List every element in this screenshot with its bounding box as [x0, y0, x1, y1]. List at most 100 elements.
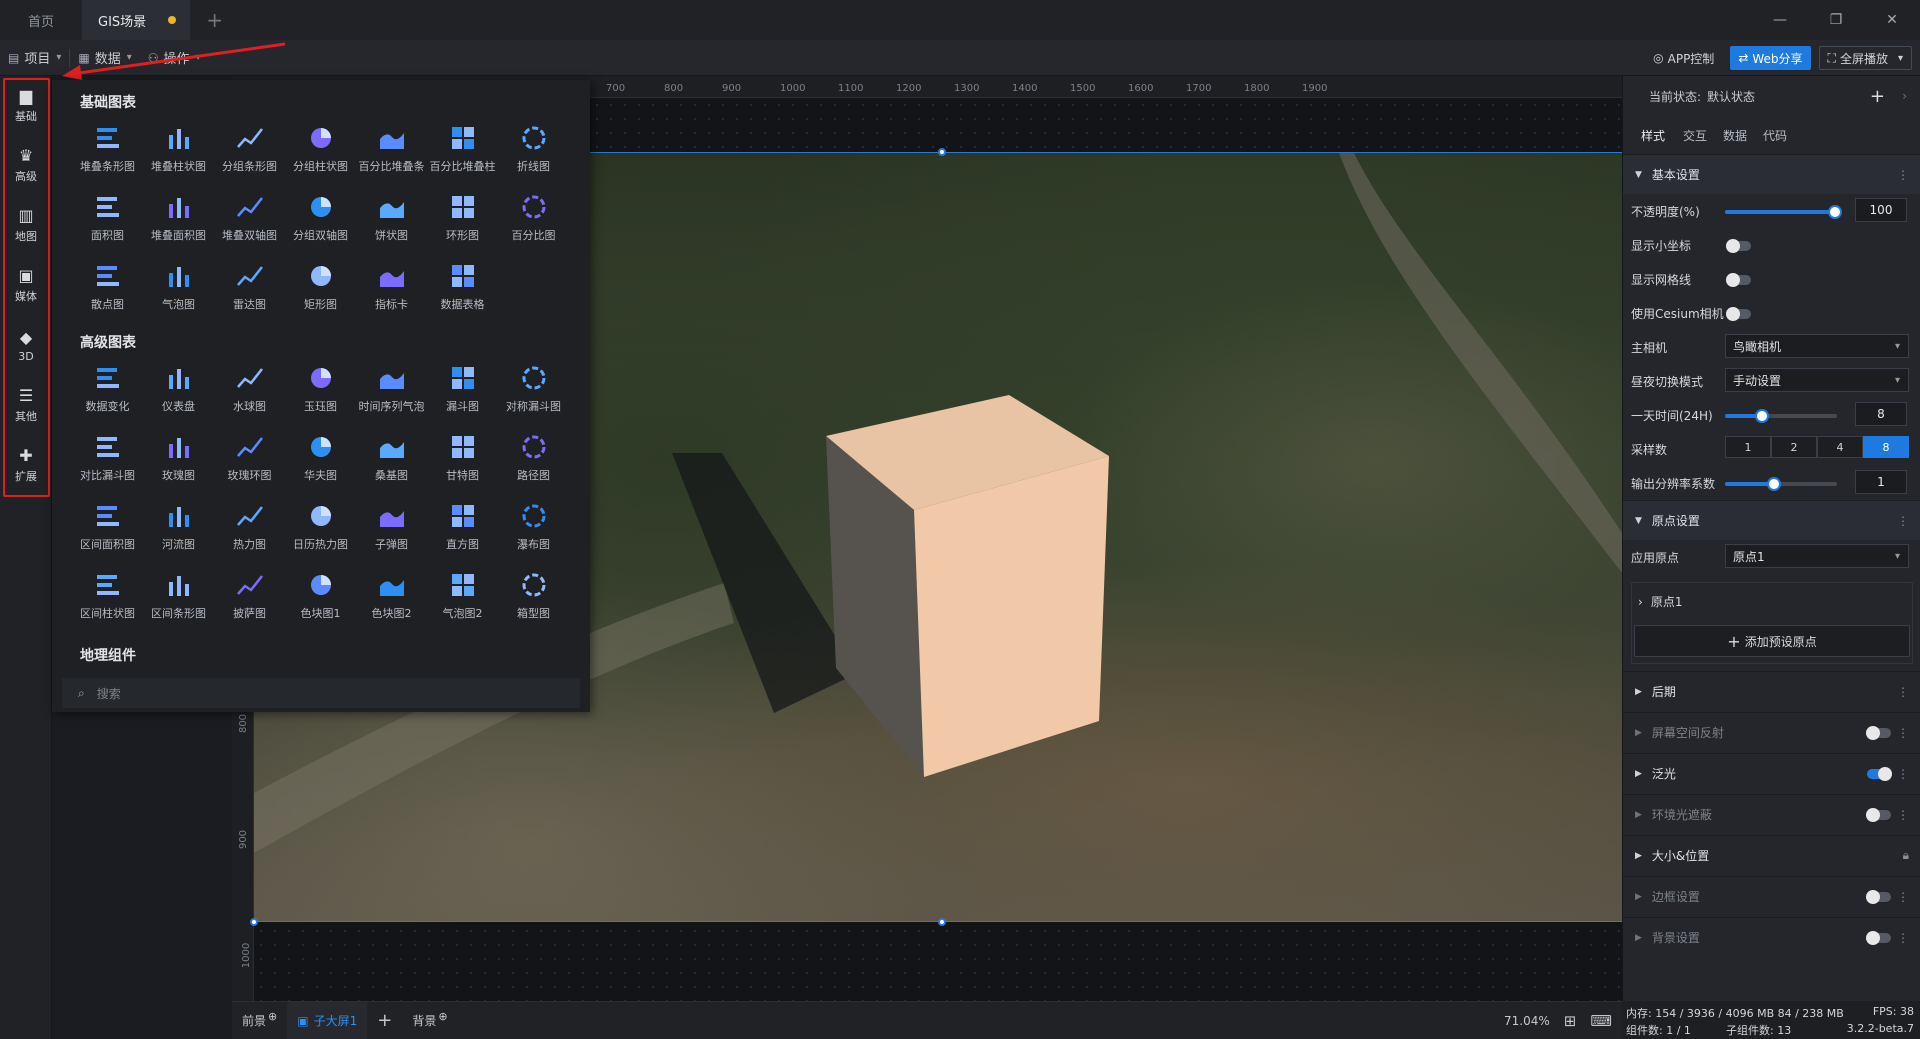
chart-type-basic-5[interactable]: 百分比堆叠柱	[427, 114, 498, 183]
chart-type-basic-12[interactable]: 环形图	[427, 183, 498, 252]
chart-type-basic-3[interactable]: 分组柱状图	[285, 114, 356, 183]
chart-type-basic-9[interactable]: 堆叠双轴图	[214, 183, 285, 252]
group-header-1[interactable]: ▶ 屏幕空间反射 ⋮	[1623, 712, 1920, 752]
chart-type-advanced-13[interactable]: 路径图	[498, 423, 569, 492]
chart-type-advanced-1[interactable]: 仪表盘	[143, 354, 214, 423]
chart-type-advanced-4[interactable]: 时间序列气泡	[356, 354, 427, 423]
chart-type-basic-13[interactable]: 百分比图	[498, 183, 569, 252]
opacity-slider-knob[interactable]	[1827, 205, 1842, 219]
group-toggle[interactable]	[1866, 808, 1891, 822]
daynight-select[interactable]: 手动设置 ▾	[1725, 368, 1909, 392]
state-value[interactable]: 默认状态	[1707, 88, 1755, 105]
more-icon[interactable]: ⋮	[1897, 168, 1909, 182]
chart-type-advanced-23[interactable]: 披萨图	[214, 561, 285, 630]
chart-type-basic-6[interactable]: 折线图	[498, 114, 569, 183]
chart-type-basic-18[interactable]: 指标卡	[356, 252, 427, 321]
more-icon[interactable]: ⋮	[1897, 514, 1909, 528]
more-icon[interactable]: ⋮	[1897, 890, 1909, 904]
chart-type-basic-2[interactable]: 分组条形图	[214, 114, 285, 183]
group-header-3[interactable]: ▶ 环境光遮蔽 ⋮	[1623, 794, 1920, 834]
chart-type-basic-15[interactable]: 气泡图	[143, 252, 214, 321]
chart-type-advanced-9[interactable]: 玫瑰环图	[214, 423, 285, 492]
chart-type-advanced-16[interactable]: 热力图	[214, 492, 285, 561]
group-toggle[interactable]	[1866, 931, 1891, 945]
chart-type-basic-16[interactable]: 雷达图	[214, 252, 285, 321]
basic-settings-header[interactable]: ▼ 基本设置 ⋮	[1623, 154, 1920, 194]
rail-item-other[interactable]: ☰ 其他	[0, 380, 52, 430]
chart-type-advanced-22[interactable]: 区间条形图	[143, 561, 214, 630]
resolution-input[interactable]: 1	[1855, 470, 1907, 494]
opacity-slider[interactable]	[1725, 205, 1842, 219]
origin-settings-header[interactable]: ▼ 原点设置 ⋮	[1623, 500, 1920, 540]
rail-item-media[interactable]: ▣ 媒体	[0, 260, 52, 310]
resolution-slider-knob[interactable]	[1767, 477, 1782, 491]
group-header-0[interactable]: ▶ 后期 ⋮	[1623, 671, 1920, 711]
chart-type-advanced-11[interactable]: 桑基图	[356, 423, 427, 492]
chart-type-advanced-15[interactable]: 河流图	[143, 492, 214, 561]
samples-option-8[interactable]: 8	[1863, 436, 1909, 458]
group-header-2[interactable]: ▶ 泛光 ⋮	[1623, 753, 1920, 793]
chart-type-basic-4[interactable]: 百分比堆叠条	[356, 114, 427, 183]
chart-type-advanced-14[interactable]: 区间面积图	[72, 492, 143, 561]
fit-screen-icon[interactable]: ⊞	[1564, 1012, 1577, 1030]
samples-option-2[interactable]: 2	[1771, 436, 1817, 458]
chart-type-basic-11[interactable]: 饼状图	[356, 183, 427, 252]
resolution-slider[interactable]	[1725, 477, 1837, 491]
resize-handle-bottom[interactable]	[938, 918, 946, 926]
daytime-slider[interactable]	[1725, 409, 1837, 423]
chart-type-basic-17[interactable]: 矩形图	[285, 252, 356, 321]
foreground-layer-tab[interactable]: 前景 ⊕	[232, 1002, 287, 1039]
chart-type-advanced-18[interactable]: 子弹图	[356, 492, 427, 561]
chart-type-advanced-27[interactable]: 箱型图	[498, 561, 569, 630]
samples-option-1[interactable]: 1	[1725, 436, 1771, 458]
keyboard-icon[interactable]: ⌨	[1590, 1012, 1612, 1030]
chart-type-basic-1[interactable]: 堆叠柱状图	[143, 114, 214, 183]
more-icon[interactable]: ⋮	[1897, 808, 1909, 822]
chart-type-advanced-19[interactable]: 直方图	[427, 492, 498, 561]
chart-type-advanced-7[interactable]: 对比漏斗图	[72, 423, 143, 492]
chart-type-basic-14[interactable]: 散点图	[72, 252, 143, 321]
apply-origin-select[interactable]: 原点1 ▾	[1725, 544, 1909, 568]
use-cesium-toggle[interactable]	[1726, 307, 1751, 321]
chart-type-advanced-24[interactable]: 色块图1	[285, 561, 356, 630]
chart-type-basic-7[interactable]: 面积图	[72, 183, 143, 252]
lock-icon[interactable]: 🔒︎	[1903, 848, 1909, 863]
chart-type-advanced-25[interactable]: 色块图2	[356, 561, 427, 630]
rail-item-extend[interactable]: ✚ 扩展	[0, 440, 52, 490]
tab-data[interactable]: 数据	[1723, 127, 1747, 144]
tab-home[interactable]: 首页	[0, 0, 82, 40]
group-toggle[interactable]	[1866, 726, 1891, 740]
resize-handle-bottom-left[interactable]	[250, 918, 258, 926]
show-coord-toggle[interactable]	[1726, 239, 1751, 253]
group-toggle[interactable]	[1866, 890, 1891, 904]
tab-interaction[interactable]: 交互	[1683, 127, 1707, 144]
chart-type-advanced-26[interactable]: 气泡图2	[427, 561, 498, 630]
group-header-6[interactable]: ▶ 背景设置 ⋮	[1623, 917, 1920, 957]
chart-type-advanced-20[interactable]: 瀑布图	[498, 492, 569, 561]
plus-circle-icon[interactable]: ⊕	[438, 1010, 447, 1023]
more-icon[interactable]: ⋮	[1897, 685, 1909, 699]
chart-type-advanced-17[interactable]: 日历热力图	[285, 492, 356, 561]
add-screen-button[interactable]: +	[367, 1002, 402, 1039]
chevron-right-icon[interactable]: ›	[1902, 89, 1907, 103]
chart-type-advanced-0[interactable]: 数据变化	[72, 354, 143, 423]
plus-circle-icon[interactable]: ⊕	[268, 1010, 277, 1023]
chart-type-advanced-5[interactable]: 漏斗图	[427, 354, 498, 423]
origin-item[interactable]: › 原点1	[1638, 593, 1682, 610]
more-icon[interactable]: ⋮	[1897, 726, 1909, 740]
tab-style[interactable]: 样式	[1639, 115, 1668, 156]
more-icon[interactable]: ⋮	[1897, 931, 1909, 945]
chart-type-advanced-21[interactable]: 区间柱状图	[72, 561, 143, 630]
add-tab-button[interactable]: +	[206, 8, 223, 32]
add-state-icon[interactable]: +	[1870, 86, 1885, 107]
main-camera-select[interactable]: 鸟瞰相机 ▾	[1725, 334, 1909, 358]
rail-item-map[interactable]: ▥ 地图	[0, 200, 52, 250]
samples-option-4[interactable]: 4	[1817, 436, 1863, 458]
close-button[interactable]: ✕	[1864, 0, 1920, 40]
chart-type-advanced-3[interactable]: 玉珏图	[285, 354, 356, 423]
fullscreen-play-button[interactable]: ⛶ 全屏播放 ▾	[1818, 46, 1912, 70]
tab-code[interactable]: 代码	[1763, 127, 1787, 144]
chart-type-advanced-10[interactable]: 华夫图	[285, 423, 356, 492]
chart-type-advanced-8[interactable]: 玫瑰图	[143, 423, 214, 492]
search-input[interactable]: ⌕ 搜索	[62, 678, 580, 708]
